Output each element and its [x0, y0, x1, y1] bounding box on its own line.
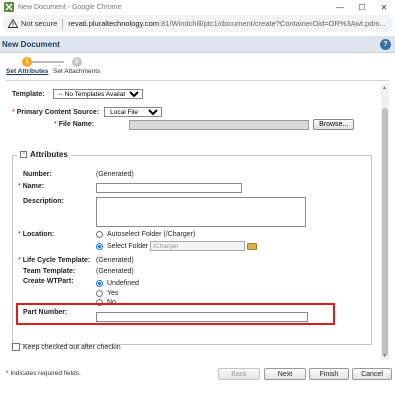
warning-icon[interactable] [8, 19, 18, 28]
file-name-label: File Name: [58, 121, 95, 128]
form-area: Template: -- No Templates Available -- *… [6, 82, 389, 362]
minimize-button[interactable]: — [329, 0, 351, 14]
form-scrollbar[interactable]: ▲ ▼ [381, 84, 389, 360]
wizard-steps: 1 Set Attributes 2 Set Attachments [0, 55, 395, 77]
template-select[interactable]: -- No Templates Available -- [52, 89, 143, 99]
folder-browse-icon[interactable] [247, 242, 258, 250]
required-fields-note: * Indicates required fields. [6, 370, 81, 377]
file-name-input[interactable] [129, 119, 310, 130]
step-number-badge: 2 [71, 57, 82, 67]
required-marker: * [54, 121, 57, 128]
dialog-footer: * Indicates required fields. Back Next F… [0, 365, 395, 383]
select-folder-radio[interactable] [96, 242, 103, 250]
next-button[interactable]: Next [264, 368, 306, 380]
cancel-button[interactable]: Cancel [352, 368, 392, 380]
wtpart-undefined-radio[interactable] [96, 280, 103, 287]
attributes-header[interactable]: − Attributes [17, 150, 71, 159]
lifecycle-template-label: Life Cycle Template: [22, 257, 91, 264]
step-set-attributes[interactable]: 1 Set Attributes [6, 57, 48, 75]
lifecycle-template-value: (Generated) [96, 257, 134, 264]
close-window-button[interactable]: ✕ [373, 0, 395, 14]
windchill-favicon-icon [4, 2, 14, 12]
autoselect-folder-label: Autoselect Folder (/Charger) [107, 231, 196, 238]
select-folder-label: Select Folder [107, 242, 149, 250]
scroll-thumb[interactable] [382, 108, 388, 356]
keep-checked-out-checkbox[interactable] [12, 343, 20, 351]
keep-checked-out-label: Keep checked out after checkin [23, 343, 121, 351]
address-divider [62, 18, 64, 29]
back-button[interactable]: Back [218, 368, 260, 380]
wtpart-undefined-label: Undefined [107, 280, 139, 287]
team-template-value: (Generated) [96, 268, 134, 275]
scroll-up-icon[interactable]: ▲ [382, 85, 387, 91]
primary-content-source-select[interactable]: Local File [104, 107, 163, 117]
window-title: New Document - Google Chrome [18, 3, 122, 11]
team-template-label: Team Template: [23, 268, 76, 275]
url-path: :81/Windchill/ptc1/document/create?Conta… [159, 19, 386, 28]
step-label: Set Attachments [53, 68, 101, 75]
required-marker: * [18, 257, 21, 264]
name-label: Name: [22, 183, 45, 190]
dialog-header: New Document ? [0, 36, 395, 53]
scroll-down-icon[interactable]: ▼ [382, 353, 387, 359]
attributes-title: Attributes [30, 150, 68, 159]
description-label: Description: [23, 198, 64, 205]
browser-titlebar: New Document - Google Chrome — ☐ ✕ [0, 0, 395, 14]
wtpart-yes-label: Yes [107, 290, 119, 297]
number-label: Number: [23, 171, 52, 178]
divider [6, 80, 389, 81]
description-textarea[interactable] [96, 197, 306, 227]
primary-content-source-label: Primary Content Source: [16, 108, 100, 116]
address-bar[interactable]: Not secure revati.pluraltechnology.com:8… [2, 15, 393, 32]
required-marker: * [18, 231, 21, 238]
url-host: revati.pluraltechnology.com [68, 19, 160, 28]
autoselect-folder-radio[interactable] [96, 231, 103, 238]
create-wtpart-label: Create WTPart: [23, 278, 74, 285]
template-label: Template: [12, 90, 45, 98]
step-label: Set Attributes [6, 68, 49, 75]
maximize-button[interactable]: ☐ [351, 0, 373, 14]
folder-path-input[interactable]: /Charger [150, 241, 246, 251]
url-text[interactable]: revati.pluraltechnology.com:81/Windchill… [68, 19, 386, 28]
security-label[interactable]: Not secure [21, 19, 57, 28]
help-icon[interactable]: ? [380, 39, 391, 50]
dialog-title: New Document [2, 39, 60, 49]
step-number-badge: 1 [22, 57, 33, 67]
finish-button[interactable]: Finish [309, 368, 349, 380]
part-number-highlight [16, 303, 335, 325]
step-set-attachments[interactable]: 2 Set Attachments [53, 57, 100, 75]
collapse-icon[interactable]: − [20, 151, 27, 158]
browse-button[interactable]: Browse... [313, 119, 355, 130]
number-value: (Generated) [96, 171, 134, 178]
name-input[interactable] [96, 183, 242, 193]
required-marker: * [12, 108, 15, 116]
wtpart-yes-radio[interactable] [96, 290, 103, 297]
location-label: Location: [22, 231, 55, 238]
required-marker: * [18, 183, 21, 190]
